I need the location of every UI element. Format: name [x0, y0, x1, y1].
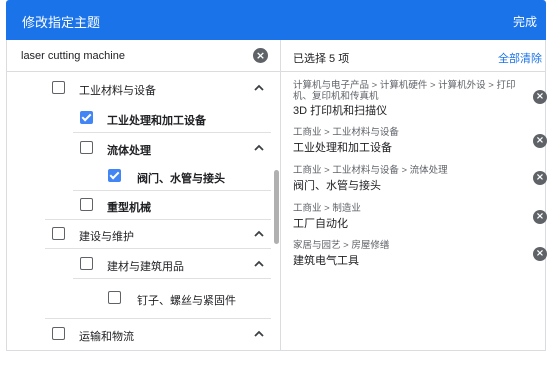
checkbox[interactable] — [52, 81, 65, 94]
topic-tree: 工业材料与设备 工业处理和加工设备 流体处理 阀门、水管与接头 重型机械 建设与… — [7, 72, 280, 350]
tree-item-label: 建材与建筑用品 — [107, 261, 184, 273]
selected-item-path: 工商业 > 工业材料与设备 — [293, 127, 399, 138]
tree-scrollbar[interactable] — [273, 72, 279, 350]
selected-item: 工商业 > 工业材料与设备 > 流体处理 阀门、水管与接头 × — [281, 165, 547, 192]
selected-item-name: 建筑电气工具 — [293, 255, 359, 267]
checkbox[interactable] — [52, 327, 65, 340]
checkbox[interactable] — [80, 198, 93, 211]
selected-item-path: 家居与园艺 > 房屋修缮 — [293, 240, 390, 251]
checkbox[interactable] — [80, 141, 93, 154]
selected-item-name: 工厂自动化 — [293, 218, 348, 230]
selected-item: 计算机与电子产品 > 计算机硬件 > 计算机外设 > 打印机、复印机和传真机 3… — [281, 80, 547, 117]
clear-all-button[interactable]: 全部清除 — [498, 50, 542, 66]
chevron-up-icon[interactable] — [253, 82, 265, 94]
selected-count: 已选择 5 项 — [293, 53, 350, 65]
selected-item-name: 工业处理和加工设备 — [293, 142, 392, 154]
tree-item-building-materials: 建材与建筑用品 — [7, 249, 271, 278]
tree-item-label: 建设与维护 — [79, 231, 134, 243]
tree-item-fluid-handling: 流体处理 — [7, 133, 271, 162]
selected-item-path: 计算机与电子产品 > 计算机硬件 > 计算机外设 > 打印机、复印机和传真机 — [293, 80, 516, 102]
tree-item-label: 工业材料与设备 — [79, 85, 156, 97]
chevron-up-icon[interactable] — [253, 142, 265, 154]
remove-item-icon[interactable]: × — [533, 210, 547, 224]
tree-item-label: 运输和物流 — [79, 331, 134, 343]
dialog-header: 修改指定主题 完成 — [6, 0, 546, 40]
tree-item-label: 重型机械 — [107, 202, 151, 214]
chevron-up-icon[interactable] — [253, 258, 265, 270]
remove-item-icon[interactable]: × — [533, 247, 547, 261]
tree-item-label: 流体处理 — [107, 145, 151, 157]
selected-item-name: 阀门、水管与接头 — [293, 180, 381, 192]
search-bar: × — [7, 40, 280, 72]
remove-item-icon[interactable]: × — [533, 90, 547, 104]
checkbox-checked[interactable] — [80, 111, 93, 124]
tree-item-processing-equipment: 工业处理和加工设备 — [7, 104, 271, 132]
tree-item-industrial-equipment: 工业材料与设备 — [7, 72, 271, 104]
selected-item-name: 3D 打印机和扫描仪 — [293, 105, 388, 117]
tree-item-fasteners: 钉子、螺丝与紧固件 — [7, 279, 271, 317]
selected-item: 工商业 > 工业材料与设备 工业处理和加工设备 × — [281, 127, 547, 154]
search-input[interactable] — [21, 48, 241, 64]
remove-item-icon[interactable]: × — [533, 134, 547, 148]
selected-header: 已选择 5 项 全部清除 — [281, 40, 546, 72]
tree-item-transport: 运输和物流 — [7, 319, 271, 350]
selected-item-path: 工商业 > 制造业 — [293, 203, 361, 214]
chevron-up-icon[interactable] — [253, 328, 265, 340]
checkbox[interactable] — [108, 291, 121, 304]
tree-item-construction: 建设与维护 — [7, 220, 271, 248]
dialog-title: 修改指定主题 — [22, 15, 101, 30]
clear-search-icon[interactable]: × — [253, 48, 268, 63]
scrollbar-thumb[interactable] — [274, 170, 279, 244]
checkbox-checked[interactable] — [108, 169, 121, 182]
tree-item-valves-pipes: 阀门、水管与接头 — [7, 162, 271, 190]
selected-item: 家居与园艺 > 房屋修缮 建筑电气工具 × — [281, 240, 547, 267]
topic-picker-panel: × 工业材料与设备 工业处理和加工设备 流体处理 阀门、水管与接头 — [6, 40, 547, 351]
checkbox[interactable] — [80, 257, 93, 270]
done-button[interactable]: 完成 — [513, 13, 537, 30]
tree-item-label: 钉子、螺丝与紧固件 — [137, 295, 236, 307]
tree-item-label: 阀门、水管与接头 — [137, 173, 225, 185]
selected-item-path: 工商业 > 工业材料与设备 > 流体处理 — [293, 165, 448, 176]
checkbox[interactable] — [52, 227, 65, 240]
selected-item: 工商业 > 制造业 工厂自动化 × — [281, 203, 547, 230]
tree-item-heavy-machinery: 重型机械 — [7, 191, 271, 219]
tree-item-label: 工业处理和加工设备 — [107, 115, 206, 127]
remove-item-icon[interactable]: × — [533, 171, 547, 185]
chevron-up-icon[interactable] — [253, 228, 265, 240]
